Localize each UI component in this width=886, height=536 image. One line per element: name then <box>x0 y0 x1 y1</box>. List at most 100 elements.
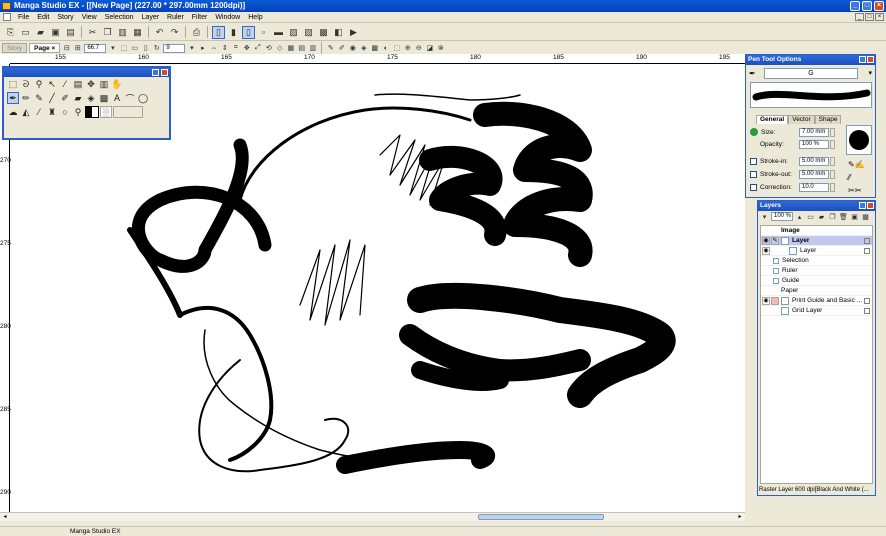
panel-minimize-icon[interactable] <box>859 56 866 63</box>
film-icon[interactable]: ▬ <box>272 26 285 39</box>
correction-spinner[interactable] <box>830 183 835 192</box>
open-folder-icon[interactable]: ▰ <box>34 26 47 39</box>
menu-window[interactable]: Window <box>211 14 244 21</box>
line-tool-icon[interactable]: ⌒ <box>124 92 136 104</box>
scale-icon[interactable]: ⤢ <box>253 44 262 53</box>
hand-icon[interactable]: ○ <box>59 106 71 118</box>
undo-icon[interactable]: ↶ <box>153 26 166 39</box>
folder-expand-icon[interactable] <box>773 267 779 274</box>
rotate-tool-icon[interactable]: ⟲ <box>264 44 273 53</box>
new-folder-icon[interactable]: ▰ <box>817 212 826 221</box>
pattern-tool-icon[interactable]: ▩ <box>98 92 110 104</box>
scroll-right-icon[interactable]: ▸ <box>736 514 744 520</box>
marquee-tool-icon[interactable]: ⬚ <box>7 78 19 90</box>
copy-icon[interactable]: ❐ <box>101 26 114 39</box>
ellipse-tool-icon[interactable]: ◯ <box>137 92 149 104</box>
window-icon[interactable]: ▩ <box>317 26 330 39</box>
save-as-icon[interactable]: ▤ <box>64 26 77 39</box>
frame-tool-icon[interactable]: ▥ <box>98 78 110 90</box>
airbrush-tool-icon[interactable]: ✐ <box>59 92 71 104</box>
stroke-options-icons[interactable]: ✎✍ ⁄⁄ ✂✂ <box>848 158 865 197</box>
paste-icon[interactable]: ▥ <box>116 26 129 39</box>
pencil-tool-icon[interactable]: ✏ <box>20 92 32 104</box>
hand-tool-icon[interactable]: ✋ <box>111 78 123 90</box>
marker-icon[interactable]: ✐ <box>337 44 346 53</box>
pen-tool-options-header[interactable]: Pen Tool Options <box>746 55 875 65</box>
scrollbar-thumb[interactable] <box>478 514 604 520</box>
layer-row[interactable]: ◉ ✎ Layer <box>761 236 872 246</box>
print-size-icon[interactable]: ▯ <box>141 44 150 53</box>
tab-general[interactable]: General <box>756 115 789 124</box>
layer-menu-icon[interactable]: ▾ <box>760 212 769 221</box>
play-icon[interactable]: ▶ <box>347 26 360 39</box>
stroke-in-field[interactable]: 5.00 mm <box>799 157 829 166</box>
close-button[interactable]: × <box>874 1 884 11</box>
zoom-tool-icon[interactable]: ⚲ <box>72 106 84 118</box>
select-invert-icon[interactable]: ◪ <box>425 44 434 53</box>
vector-eraser-tool-icon[interactable]: ◭ <box>20 106 32 118</box>
layer-row[interactable]: Image <box>761 226 872 236</box>
size-field[interactable]: 7.00 mm <box>799 127 829 137</box>
palette-minimize-icon[interactable] <box>152 69 159 76</box>
zoom-dropdown-icon[interactable]: ▾ <box>108 44 117 53</box>
pen-icon[interactable]: ✎ <box>326 44 335 53</box>
folder-expand-icon[interactable] <box>773 257 779 264</box>
scroll-left-icon[interactable]: ◂ <box>1 514 9 520</box>
rotate-field[interactable]: 9 <box>163 43 186 53</box>
move-icon[interactable]: ✥ <box>242 44 251 53</box>
object-select-tool-icon[interactable]: ↖ <box>46 78 58 90</box>
marker-tool-icon[interactable]: ✎ <box>33 92 45 104</box>
redo-icon[interactable]: ↷ <box>168 26 181 39</box>
palette-close-icon[interactable] <box>161 69 168 76</box>
tab-shape[interactable]: Shape <box>814 115 842 124</box>
stamp-tool-icon[interactable]: ♜ <box>46 106 58 118</box>
correction-checkbox[interactable] <box>750 184 757 191</box>
menu-story[interactable]: Story <box>53 14 77 21</box>
menu-file[interactable]: File <box>14 14 33 21</box>
fit-page-icon[interactable]: ⬚ <box>119 44 128 53</box>
layer-view-icon[interactable]: ▧ <box>287 26 300 39</box>
fill-icon[interactable]: ◉ <box>348 44 357 53</box>
pattern-icon[interactable]: ▩ <box>370 44 379 53</box>
layer-row[interactable]: ◉ Print Guide and Basic ... <box>761 296 872 306</box>
zoom-out-icon[interactable]: ⊟ <box>62 44 71 53</box>
menu-view[interactable]: View <box>78 14 101 21</box>
fill-tool-icon[interactable]: ◈ <box>85 92 97 104</box>
layer-row[interactable]: Selection <box>761 256 872 266</box>
maximize-button[interactable]: □ <box>862 1 872 11</box>
delete-layer-icon[interactable]: 🗑 <box>839 212 848 221</box>
doc-restore-button[interactable]: □ <box>865 13 874 21</box>
eye-icon[interactable]: ◉ <box>762 236 770 245</box>
layer-row[interactable]: ◉ Layer <box>761 246 872 256</box>
folder-expand-icon[interactable] <box>773 277 779 284</box>
free-transform-icon[interactable]: ◇ <box>275 44 284 53</box>
panel-icon[interactable]: ◧ <box>332 26 345 39</box>
page-view-icon[interactable]: ▯ <box>212 25 225 39</box>
opacity-spinner[interactable] <box>830 140 835 149</box>
duplicate-layer-icon[interactable]: ❐ <box>828 212 837 221</box>
text-tool-icon[interactable]: A <box>111 92 123 104</box>
smudge-tool-icon[interactable]: ☁ <box>7 106 19 118</box>
pressure-icon[interactable] <box>750 128 758 136</box>
move-tool-icon[interactable]: ✥ <box>85 78 97 90</box>
layer-settings-icon[interactable]: ▦ <box>861 212 870 221</box>
stroke-in-spinner[interactable] <box>830 157 835 166</box>
stroke-in-checkbox[interactable] <box>750 158 757 165</box>
rotate-reset-icon[interactable]: ▸ <box>198 44 207 53</box>
spread-view-icon[interactable]: ▮ <box>227 26 240 39</box>
brush-name-field[interactable]: G <box>764 68 858 79</box>
opacity-field[interactable]: 100 % <box>799 140 829 149</box>
lock-layer-icon[interactable]: ▣ <box>850 212 859 221</box>
layer-row[interactable]: Ruler <box>761 266 872 276</box>
print-icon[interactable]: ⎙ <box>190 26 203 39</box>
brush-tool-icon[interactable]: ╱ <box>46 92 58 104</box>
gradient-icon[interactable]: ◐ <box>381 44 390 53</box>
menu-ruler[interactable]: Ruler <box>163 14 188 21</box>
rotate-icon[interactable]: ↻ <box>152 44 161 53</box>
layer-opacity-field[interactable]: 100 % <box>771 212 793 221</box>
menu-filter[interactable]: Filter <box>188 14 212 21</box>
layer-row[interactable]: Paper <box>761 286 872 296</box>
stroke-out-spinner[interactable] <box>830 170 835 179</box>
clear-icon[interactable]: ▦ <box>131 26 144 39</box>
tone-icon[interactable]: ◈ <box>359 44 368 53</box>
